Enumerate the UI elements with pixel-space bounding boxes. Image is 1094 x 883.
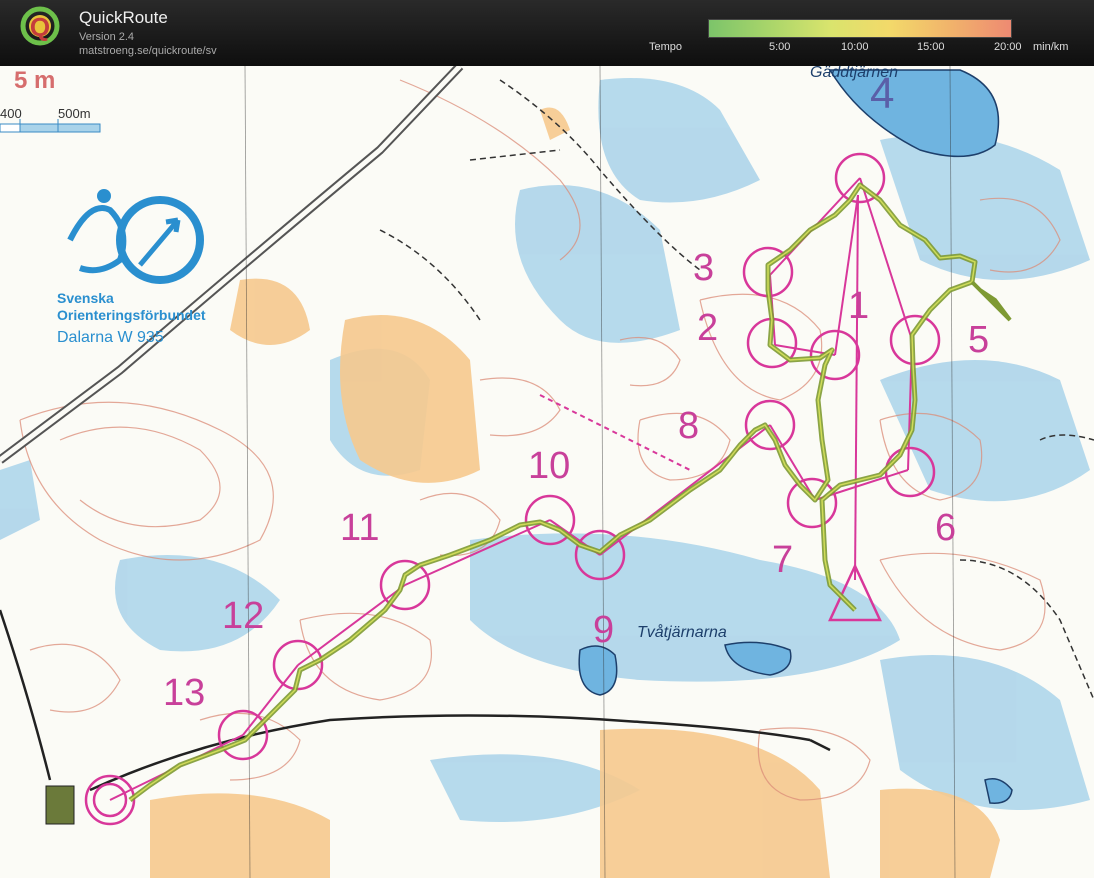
svg-text:Q: Q <box>30 12 50 42</box>
scale-label-left: 400 <box>0 106 22 121</box>
control-number-5: 5 <box>968 319 989 361</box>
control-number-8: 8 <box>678 405 699 447</box>
tempo-tick: 20:00 <box>994 41 1022 53</box>
lake-label-north: Gäddtjärnen <box>810 66 898 81</box>
app-url-link[interactable]: matstroeng.se/quickroute/sv <box>79 45 217 57</box>
tempo-color-scale <box>708 19 1012 38</box>
control-number-11: 11 <box>340 507 379 549</box>
tempo-tick: 5:00 <box>769 41 791 53</box>
tempo-tick: 15:00 <box>917 41 945 53</box>
control-number-7: 7 <box>772 539 793 581</box>
control-number-12: 12 <box>222 595 264 637</box>
quickroute-logo-icon: Q <box>20 6 60 46</box>
map-canvas: 1 2 3 4 5 6 7 8 9 10 11 12 13 Gäddtjärne… <box>0 62 1094 879</box>
finish-building-icon <box>45 785 75 825</box>
control-number-6: 6 <box>935 507 956 549</box>
contour-interval: 5 m <box>14 67 55 94</box>
tempo-label: Tempo <box>649 41 683 53</box>
control-number-10: 10 <box>528 445 570 487</box>
control-number-1: 1 <box>848 285 869 327</box>
control-number-3: 3 <box>693 247 714 289</box>
app-title: QuickRoute <box>79 8 168 27</box>
tempo-tick: 10:00 <box>841 41 869 53</box>
control-number-9: 9 <box>593 609 614 651</box>
federation-line-1: Svenska <box>57 290 114 306</box>
federation-line-3: Dalarna W 935 <box>57 329 164 346</box>
control-number-2: 2 <box>697 307 718 349</box>
app-version: Version 2.4 <box>79 31 135 43</box>
orienteering-map[interactable]: 1 2 3 4 5 6 7 8 9 10 11 12 13 Gäddtjärne… <box>0 62 1094 879</box>
federation-line-2: Orienteringsförbundet <box>57 307 206 323</box>
app-header: Q QuickRoute Version 2.4 matstroeng.se/q… <box>0 0 1094 66</box>
control-number-13: 13 <box>163 672 205 714</box>
tempo-unit: min/km <box>1033 41 1069 53</box>
scale-label-right: 500m <box>58 106 91 121</box>
lake-label-south: Tvåtjärnarna <box>637 623 727 641</box>
